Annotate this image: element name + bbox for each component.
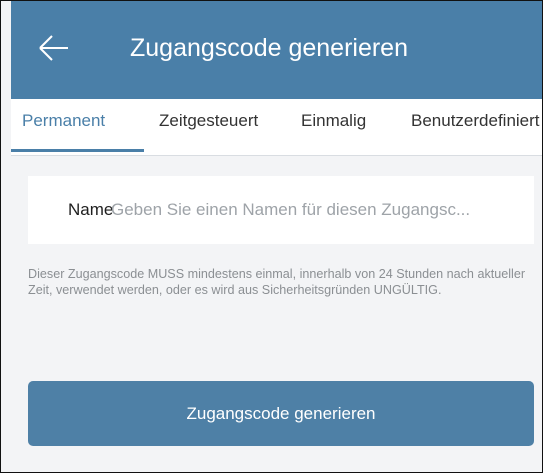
- name-field-card: Name: [28, 176, 534, 244]
- back-button[interactable]: [37, 31, 71, 65]
- tab-benutzerdefiniert[interactable]: Benutzerdefiniert: [411, 99, 540, 155]
- top-app-bar: Zugangscode generieren: [11, 1, 542, 99]
- tab-permanent[interactable]: Permanent: [22, 99, 105, 155]
- tab-einmalig[interactable]: Einmalig: [301, 99, 366, 155]
- active-tab-indicator: [11, 149, 144, 152]
- info-text: Dieser Zugangscode MUSS mindestens einma…: [28, 267, 526, 297]
- tab-zeitgesteuert[interactable]: Zeitgesteuert: [159, 99, 258, 155]
- page-title: Zugangscode generieren: [130, 34, 408, 62]
- arrow-left-icon: [39, 35, 68, 61]
- app-screen: Zugangscode generieren Permanent Zeitges…: [0, 0, 543, 473]
- name-label: Name: [68, 200, 114, 219]
- generate-code-button[interactable]: Zugangscode generieren: [28, 381, 534, 446]
- tab-bar: Permanent Zeitgesteuert Einmalig Benutze…: [11, 99, 542, 156]
- name-input[interactable]: [111, 193, 516, 227]
